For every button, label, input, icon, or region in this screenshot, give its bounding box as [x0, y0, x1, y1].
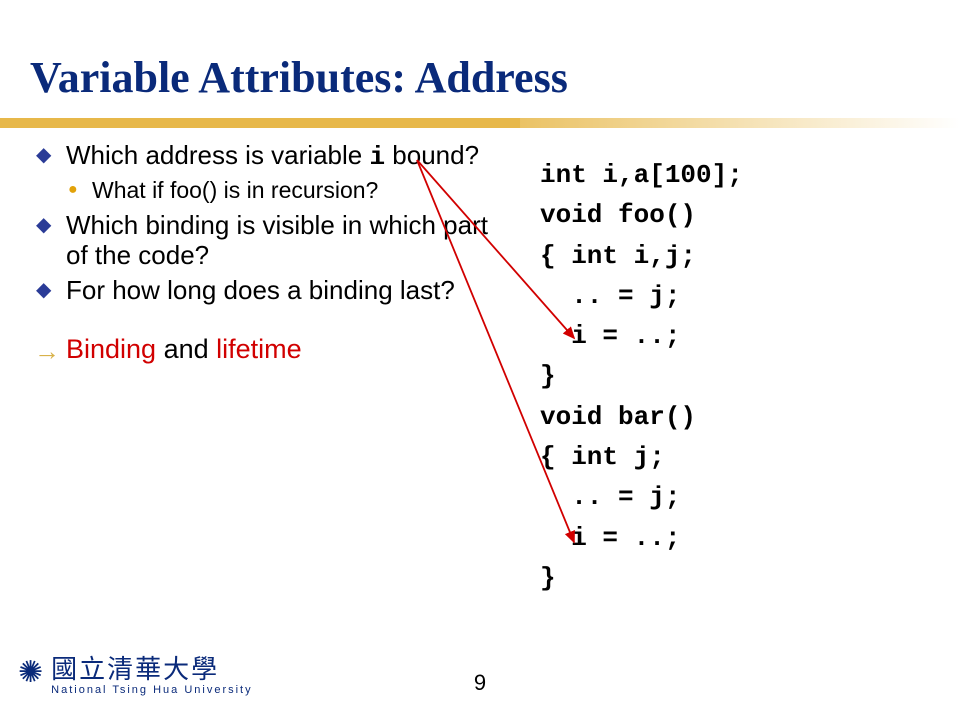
- bullet-how-long: For how long does a binding last?: [34, 275, 494, 306]
- text-and: and: [156, 334, 216, 364]
- bullet-binding-lifetime: Binding and lifetime: [34, 334, 494, 366]
- bullet-which-binding: Which binding is visible in which part o…: [34, 210, 494, 271]
- code-line: int i,a[100];: [540, 160, 743, 190]
- slide: Variable Attributes: Address Which addre…: [0, 0, 960, 720]
- code-line: void bar(): [540, 402, 696, 432]
- code-line: i = ..;: [540, 523, 680, 553]
- title-underline: [0, 118, 960, 128]
- code-line: { int i,j;: [540, 241, 696, 271]
- university-name-zh: 國立清華大學: [51, 649, 252, 686]
- university-name-block: 國立清華大學 National Tsing Hua University: [51, 649, 252, 696]
- bullet-text: Which address is variable: [66, 140, 369, 170]
- code-line: void foo(): [540, 200, 696, 230]
- code-line: .. = j;: [540, 482, 680, 512]
- bullet-which-address: Which address is variable i bound?: [34, 140, 494, 173]
- footer-logo: ✺ 國立清華大學 National Tsing Hua University: [18, 649, 253, 696]
- code-line: { int j;: [540, 442, 665, 472]
- code-line: }: [540, 563, 556, 593]
- code-line: .. = j;: [540, 281, 680, 311]
- university-crest-icon: ✺: [18, 655, 41, 690]
- slide-title: Variable Attributes: Address: [30, 52, 568, 103]
- code-block: int i,a[100]; void foo() { int i,j; .. =…: [540, 155, 743, 598]
- code-line: i = ..;: [540, 321, 680, 351]
- text-lifetime: lifetime: [216, 334, 302, 364]
- page-number: 9: [474, 670, 486, 696]
- subbullet-recursion: What if foo() is in recursion?: [34, 177, 494, 204]
- university-name-en: National Tsing Hua University: [51, 684, 252, 696]
- bullet-text: bound?: [385, 140, 479, 170]
- code-line: }: [540, 361, 556, 391]
- text-binding: Binding: [66, 334, 156, 364]
- inline-code-i: i: [369, 142, 385, 172]
- body-left-column: Which address is variable i bound? What …: [34, 140, 494, 366]
